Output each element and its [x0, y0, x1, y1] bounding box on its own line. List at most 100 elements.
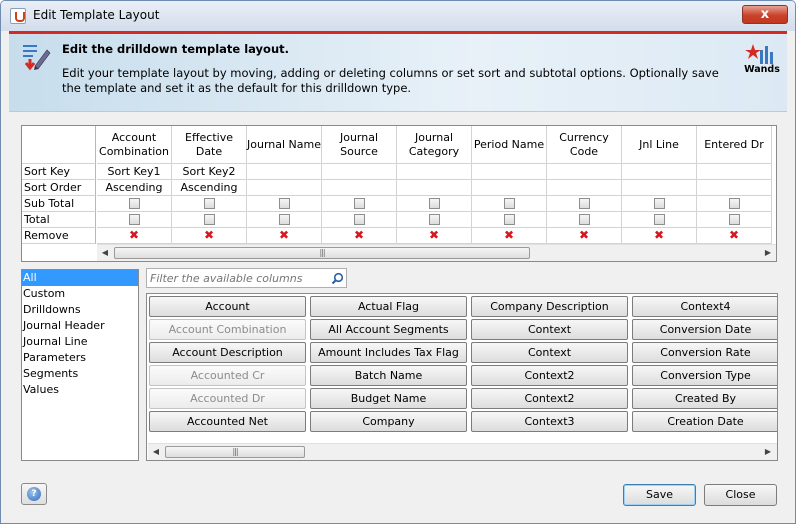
available-column-button[interactable]: Context4: [632, 296, 777, 317]
sort-order-cell[interactable]: Ascending: [97, 180, 172, 196]
total-checkbox[interactable]: [128, 214, 140, 225]
available-column-button[interactable]: All Account Segments: [310, 319, 467, 340]
scroll-left-icon[interactable]: ◀: [148, 444, 164, 460]
total-checkbox[interactable]: [353, 214, 365, 225]
column-header[interactable]: Journal Source: [322, 126, 397, 164]
columns-horizontal-scrollbar[interactable]: ◀ ||| ▶: [148, 443, 777, 460]
available-column-button[interactable]: Accounted Dr: [149, 388, 306, 409]
sort-key-cell[interactable]: [247, 164, 322, 180]
sort-key-cell[interactable]: [547, 164, 622, 180]
remove-column-icon[interactable]: ✖: [579, 228, 589, 243]
window-close-button[interactable]: x: [742, 5, 788, 24]
remove-column-icon[interactable]: ✖: [204, 228, 214, 243]
scroll-right-icon[interactable]: ▶: [760, 444, 776, 460]
sort-order-cell[interactable]: [547, 180, 622, 196]
sort-order-cell[interactable]: [697, 180, 772, 196]
available-column-button[interactable]: Creation Date: [632, 411, 777, 432]
available-column-button[interactable]: Company: [310, 411, 467, 432]
available-column-button[interactable]: Account Combination: [149, 319, 306, 340]
available-column-button[interactable]: Created By: [632, 388, 777, 409]
total-checkbox[interactable]: [728, 214, 740, 225]
remove-column-icon[interactable]: ✖: [504, 228, 514, 243]
column-header[interactable]: Journal Name: [247, 126, 322, 164]
sort-key-cell[interactable]: [397, 164, 472, 180]
sort-order-cell[interactable]: Ascending: [172, 180, 247, 196]
column-header[interactable]: Jnl Line: [622, 126, 697, 164]
category-item[interactable]: Custom: [22, 286, 138, 302]
available-column-button[interactable]: Company Description: [471, 296, 628, 317]
total-checkbox[interactable]: [278, 214, 290, 225]
column-filter-input[interactable]: [150, 271, 325, 285]
remove-column-icon[interactable]: ✖: [429, 228, 439, 243]
category-item[interactable]: Values: [22, 382, 138, 398]
total-checkbox[interactable]: [428, 214, 440, 225]
sort-key-cell[interactable]: [322, 164, 397, 180]
available-column-button[interactable]: Account: [149, 296, 306, 317]
available-column-button[interactable]: Conversion Type: [632, 365, 777, 386]
available-column-button[interactable]: Amount Includes Tax Flag: [310, 342, 467, 363]
close-button[interactable]: Close: [704, 484, 777, 506]
remove-column-icon[interactable]: ✖: [129, 228, 139, 243]
remove-column-icon[interactable]: ✖: [279, 228, 289, 243]
category-item[interactable]: All: [22, 270, 138, 286]
available-column-button[interactable]: Budget Name: [310, 388, 467, 409]
scroll-right-icon[interactable]: ▶: [760, 245, 776, 261]
available-column-button[interactable]: Conversion Date: [632, 319, 777, 340]
available-column-button[interactable]: Batch Name: [310, 365, 467, 386]
template-layout-table[interactable]: Sort Key Sort Order Sub Total Total Remove A…: [21, 125, 777, 262]
sort-key-cell[interactable]: [697, 164, 772, 180]
available-column-button[interactable]: Context: [471, 319, 628, 340]
column-filter[interactable]: [146, 268, 347, 288]
category-list[interactable]: All Custom Drilldowns Journal Header Journal…: [21, 269, 139, 461]
category-item[interactable]: Journal Line: [22, 334, 138, 350]
subtotal-checkbox[interactable]: [353, 198, 365, 209]
sort-key-cell[interactable]: Sort Key2: [172, 164, 247, 180]
available-column-button[interactable]: Account Description: [149, 342, 306, 363]
available-column-button[interactable]: Context3: [471, 411, 628, 432]
scroll-thumb[interactable]: |||: [114, 247, 530, 259]
save-button[interactable]: Save: [623, 484, 696, 506]
column-header[interactable]: Effective Date: [172, 126, 247, 164]
sort-key-cell[interactable]: [622, 164, 697, 180]
category-item[interactable]: Segments: [22, 366, 138, 382]
remove-column-icon[interactable]: ✖: [729, 228, 739, 243]
available-column-button[interactable]: Context: [471, 342, 628, 363]
subtotal-checkbox[interactable]: [503, 198, 515, 209]
total-checkbox[interactable]: [503, 214, 515, 225]
total-checkbox[interactable]: [653, 214, 665, 225]
subtotal-checkbox[interactable]: [578, 198, 590, 209]
subtotal-checkbox[interactable]: [128, 198, 140, 209]
subtotal-checkbox[interactable]: [728, 198, 740, 209]
column-header[interactable]: Entered Dr: [697, 126, 772, 164]
available-column-button[interactable]: Accounted Net: [149, 411, 306, 432]
sort-key-cell[interactable]: Sort Key1: [97, 164, 172, 180]
column-header[interactable]: Period Name: [472, 126, 547, 164]
available-column-button[interactable]: Accounted Cr: [149, 365, 306, 386]
sort-order-cell[interactable]: [397, 180, 472, 196]
scroll-thumb[interactable]: |||: [165, 446, 305, 458]
category-item[interactable]: Drilldowns: [22, 302, 138, 318]
available-column-button[interactable]: Context2: [471, 365, 628, 386]
category-item[interactable]: Parameters: [22, 350, 138, 366]
total-checkbox[interactable]: [578, 214, 590, 225]
title-bar[interactable]: Edit Template Layout x: [1, 1, 795, 31]
scroll-left-icon[interactable]: ◀: [97, 245, 113, 261]
category-item[interactable]: Journal Header: [22, 318, 138, 334]
column-header[interactable]: Currency Code: [547, 126, 622, 164]
sort-key-cell[interactable]: [472, 164, 547, 180]
help-button[interactable]: ?: [21, 483, 47, 505]
subtotal-checkbox[interactable]: [203, 198, 215, 209]
sort-order-cell[interactable]: [622, 180, 697, 196]
sort-order-cell[interactable]: [472, 180, 547, 196]
search-icon[interactable]: [331, 272, 344, 285]
subtotal-checkbox[interactable]: [278, 198, 290, 209]
remove-column-icon[interactable]: ✖: [654, 228, 664, 243]
subtotal-checkbox[interactable]: [653, 198, 665, 209]
column-header[interactable]: Account Combination: [97, 126, 172, 164]
column-header[interactable]: Journal Category: [397, 126, 472, 164]
available-column-button[interactable]: Actual Flag: [310, 296, 467, 317]
remove-column-icon[interactable]: ✖: [354, 228, 364, 243]
total-checkbox[interactable]: [203, 214, 215, 225]
subtotal-checkbox[interactable]: [428, 198, 440, 209]
available-column-button[interactable]: Context2: [471, 388, 628, 409]
